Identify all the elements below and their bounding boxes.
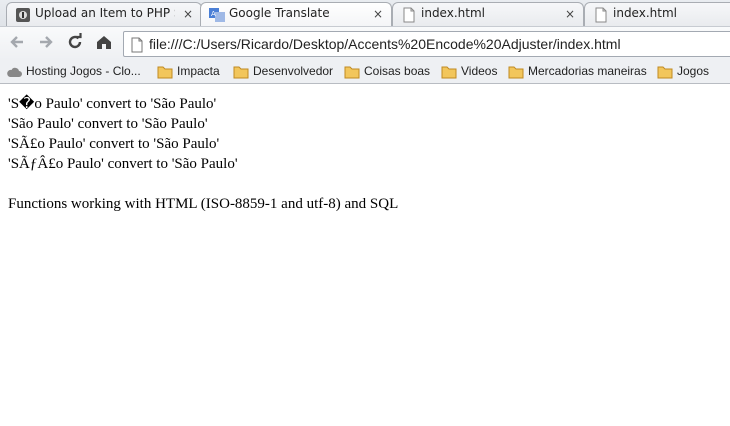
back-arrow-icon[interactable] xyxy=(5,32,29,56)
tab-title: Upload an Item to PHP Sc xyxy=(35,6,175,20)
bookmarks-bar: Hosting Jogos - Clo... Impacta Desenvolv… xyxy=(0,60,730,84)
cloud-icon xyxy=(6,65,23,82)
page-content: 'S�o Paulo' convert to 'São Paulo' 'São … xyxy=(8,94,398,214)
conversion-line: 'São Paulo' convert to 'São Paulo' xyxy=(8,116,208,132)
folder-icon xyxy=(657,65,673,82)
close-icon[interactable]: × xyxy=(565,7,575,21)
conversion-line: 'SÃ£o Paulo' convert to 'São Paulo' xyxy=(8,136,220,152)
svg-text:A: A xyxy=(211,10,216,18)
folder-icon xyxy=(441,65,457,82)
tab-title: index.html xyxy=(613,6,677,20)
bookmark-label: Hosting Jogos - Clo... xyxy=(26,64,141,78)
tab-strip: Upload an Item to PHP Sc × A Google Tran… xyxy=(0,0,730,26)
tab-title: Google Translate xyxy=(229,6,330,20)
address-bar[interactable]: file:///C:/Users/Ricardo/Desktop/Accents… xyxy=(123,31,730,57)
bookmark-label: Videos xyxy=(461,64,498,78)
url-text[interactable]: file:///C:/Users/Ricardo/Desktop/Accents… xyxy=(149,36,621,52)
tab-title: index.html xyxy=(421,6,485,20)
browser-toolbar: file:///C:/Users/Ricardo/Desktop/Accents… xyxy=(0,26,730,60)
bookmark-label: Impacta xyxy=(177,64,220,78)
functions-note: Functions working with HTML (ISO-8859-1 … xyxy=(8,196,399,212)
bookmark-label: Jogos xyxy=(677,64,710,78)
tab-php-classes[interactable]: Upload an Item to PHP Sc × xyxy=(6,2,202,26)
folder-icon xyxy=(508,65,524,82)
page-icon xyxy=(401,7,417,23)
close-icon[interactable]: × xyxy=(373,7,383,21)
bookmark-label: Mercadorias maneiras xyxy=(528,64,647,78)
php-classes-icon xyxy=(15,7,31,23)
conversion-line: 'SÃƒÂ£o Paulo' convert to 'São Paulo' xyxy=(8,156,238,172)
forward-arrow-icon[interactable] xyxy=(34,32,58,56)
tab-index-1[interactable]: index.html × xyxy=(392,2,584,26)
close-icon[interactable]: × xyxy=(183,7,193,21)
page-icon xyxy=(593,7,609,23)
bookmark-label: Coisas boas xyxy=(364,64,431,78)
google-translate-icon: A xyxy=(209,7,225,23)
folder-icon xyxy=(233,65,249,82)
page-icon xyxy=(130,37,144,57)
tab-google-translate[interactable]: A Google Translate × xyxy=(200,2,392,26)
folder-icon xyxy=(157,65,173,82)
folder-icon xyxy=(344,65,360,82)
home-icon[interactable] xyxy=(92,32,116,56)
tab-index-2[interactable]: index.html xyxy=(584,2,730,26)
reload-icon[interactable] xyxy=(63,32,87,56)
conversion-line: 'S�o Paulo' convert to 'São Paulo' xyxy=(8,96,217,112)
bookmark-label: Desenvolvedor xyxy=(253,64,334,78)
